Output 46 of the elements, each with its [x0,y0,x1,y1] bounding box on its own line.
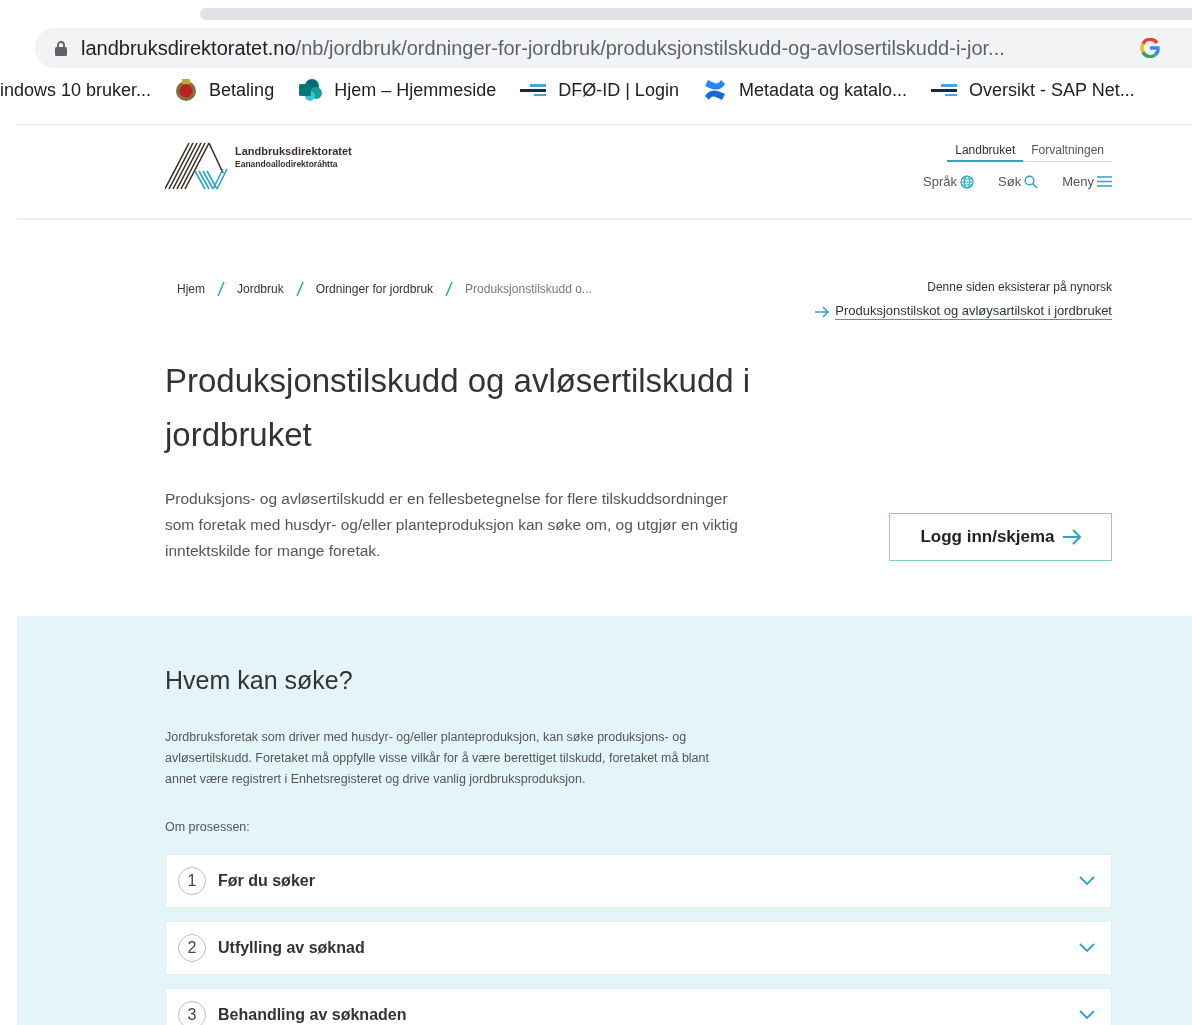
logo-name: Landbruksdirektoratet [235,145,352,157]
globe-link[interactable]: Språk [923,174,975,189]
process-label: Om prosessen: [165,820,251,834]
breadcrumb-link[interactable]: Jordbruk [237,282,284,296]
accordion-item[interactable]: 1 Før du søker [165,854,1112,908]
google-icon[interactable] [1140,38,1160,58]
accordion-item[interactable]: 2 Utfylling av søknad [165,921,1112,975]
bars-icon [931,84,958,96]
confluence-icon [702,78,727,102]
audience-tab[interactable]: Landbruket [947,141,1024,162]
bookmark[interactable]: indows 10 bruker... [0,74,164,106]
audience-tab[interactable]: Forvaltningen [1023,141,1112,161]
page-title: Produksjonstilskudd og avløsertilskudd i jordbruket [165,361,752,455]
crest-icon [175,78,198,102]
logo-icon[interactable] [165,141,229,191]
breadcrumb-link[interactable]: Hjem [177,282,205,296]
menu-icon [1097,176,1112,187]
lead-paragraph: Produksjons- og avløsertilskudd er en fellesbetegnelse for flere tilskuddsordninger som foretak med husdyr- og/eller planteproduksjon kan søke om, og utgjør en viktig inntektskilde for mange foretak. [165,489,739,561]
bookmark[interactable]: Betaling [163,74,287,106]
bookmark[interactable]: Oversikt - SAP Net... [919,74,1147,106]
login-button[interactable]: Logg inn/skjema [889,513,1112,561]
bookmark[interactable]: Hjem – Hjemmeside [286,74,509,106]
breadcrumb-link[interactable]: Produksjonstilskudd o... [465,282,592,296]
arrow-icon [815,305,830,318]
language-link[interactable]: Produksjonstilskot og avløysartilskot i jordbruket [815,303,1112,320]
url-text: landbruksdirektoratet.no/nb/jordbruk/ordninger-for-jordbruk/produksjonstilskudd-og-avlosertilskudd-i-jor... [81,36,1005,60]
arrow-icon [1062,529,1081,545]
section-paragraph: Jordbruksforetak som driver med husdyr- og/eller planteproduksjon, kan søke produksjons- og avløsertilskudd. Foretaket må oppfylle visse vilkår for å være berettiget tilskudd, foretaket må blant annet være registrert i Enhetsregisteret og drive vanlig jordbruksproduksjon. [165,729,710,788]
accordion-item[interactable]: 3 Behandling av søknaden [165,988,1112,1025]
language-notice: Denne siden eksisterar på nynorsk [927,280,1112,294]
separator-icon [295,282,304,296]
bookmark[interactable]: Metadata og katalo... [690,74,920,106]
bookmark[interactable]: DFØ-ID | Login [508,74,691,106]
menu-link[interactable]: Meny [1062,174,1112,189]
separator-icon [217,282,225,296]
breadcrumb-link[interactable]: Ordninger for jordbruk [315,282,434,296]
sharepoint-icon [298,79,323,101]
address-bar[interactable]: landbruksdirektoratet.no/nb/jordbruk/ordninger-for-jordbruk/produksjonstilskudd-og-avlosertilskudd-i-jor... [35,28,1192,68]
search-link[interactable]: Søk [998,174,1039,189]
logo-subtitle: Eanandoallodirektoráhtta [235,159,339,169]
separator-icon [445,282,454,296]
section-heading: Hvem kan søke? [165,666,354,695]
lock-icon [55,40,67,56]
search-icon [1024,174,1039,189]
globe-icon [960,174,975,189]
bars-icon [520,84,547,96]
